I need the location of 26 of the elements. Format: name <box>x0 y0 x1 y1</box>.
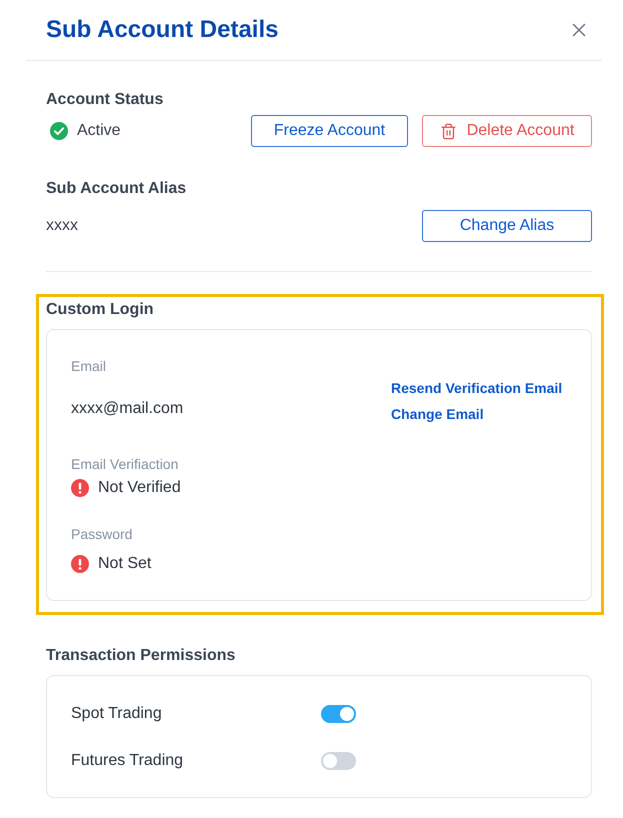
permission-label: Futures Trading <box>71 751 184 771</box>
status-text: Not Verified <box>98 478 181 498</box>
email-value: xxxx@mail.com <box>71 399 184 419</box>
status-text: Not Set <box>98 554 152 574</box>
dialog-title: Sub Account Details <box>46 15 278 45</box>
section-heading: Sub Account Alias <box>46 179 186 199</box>
alias-value: xxxx <box>46 216 78 236</box>
trash-icon <box>440 122 457 140</box>
status-text: Active <box>77 121 121 141</box>
toggle-switch[interactable] <box>321 752 356 770</box>
resend-verification-link[interactable]: Resend Verification Email <box>391 378 562 398</box>
field-label: Email Verifiaction <box>71 455 178 474</box>
check-circle-icon <box>50 122 68 140</box>
toggle-switch[interactable] <box>321 705 356 723</box>
section-heading: Transaction Permissions <box>46 646 236 666</box>
permission-label: Spot Trading <box>71 704 162 724</box>
exclamation-circle-icon <box>71 555 89 573</box>
change-email-link[interactable]: Change Email <box>391 404 484 424</box>
field-label: Email <box>71 357 106 376</box>
freeze-account-button[interactable]: Freeze Account <box>251 115 408 147</box>
change-alias-button[interactable]: Change Alias <box>422 210 592 242</box>
field-label: Password <box>71 525 132 544</box>
section-heading: Custom Login <box>46 300 154 320</box>
section-heading: Account Status <box>46 90 164 110</box>
exclamation-circle-icon <box>71 479 89 497</box>
delete-account-button[interactable]: Delete Account <box>422 115 592 147</box>
